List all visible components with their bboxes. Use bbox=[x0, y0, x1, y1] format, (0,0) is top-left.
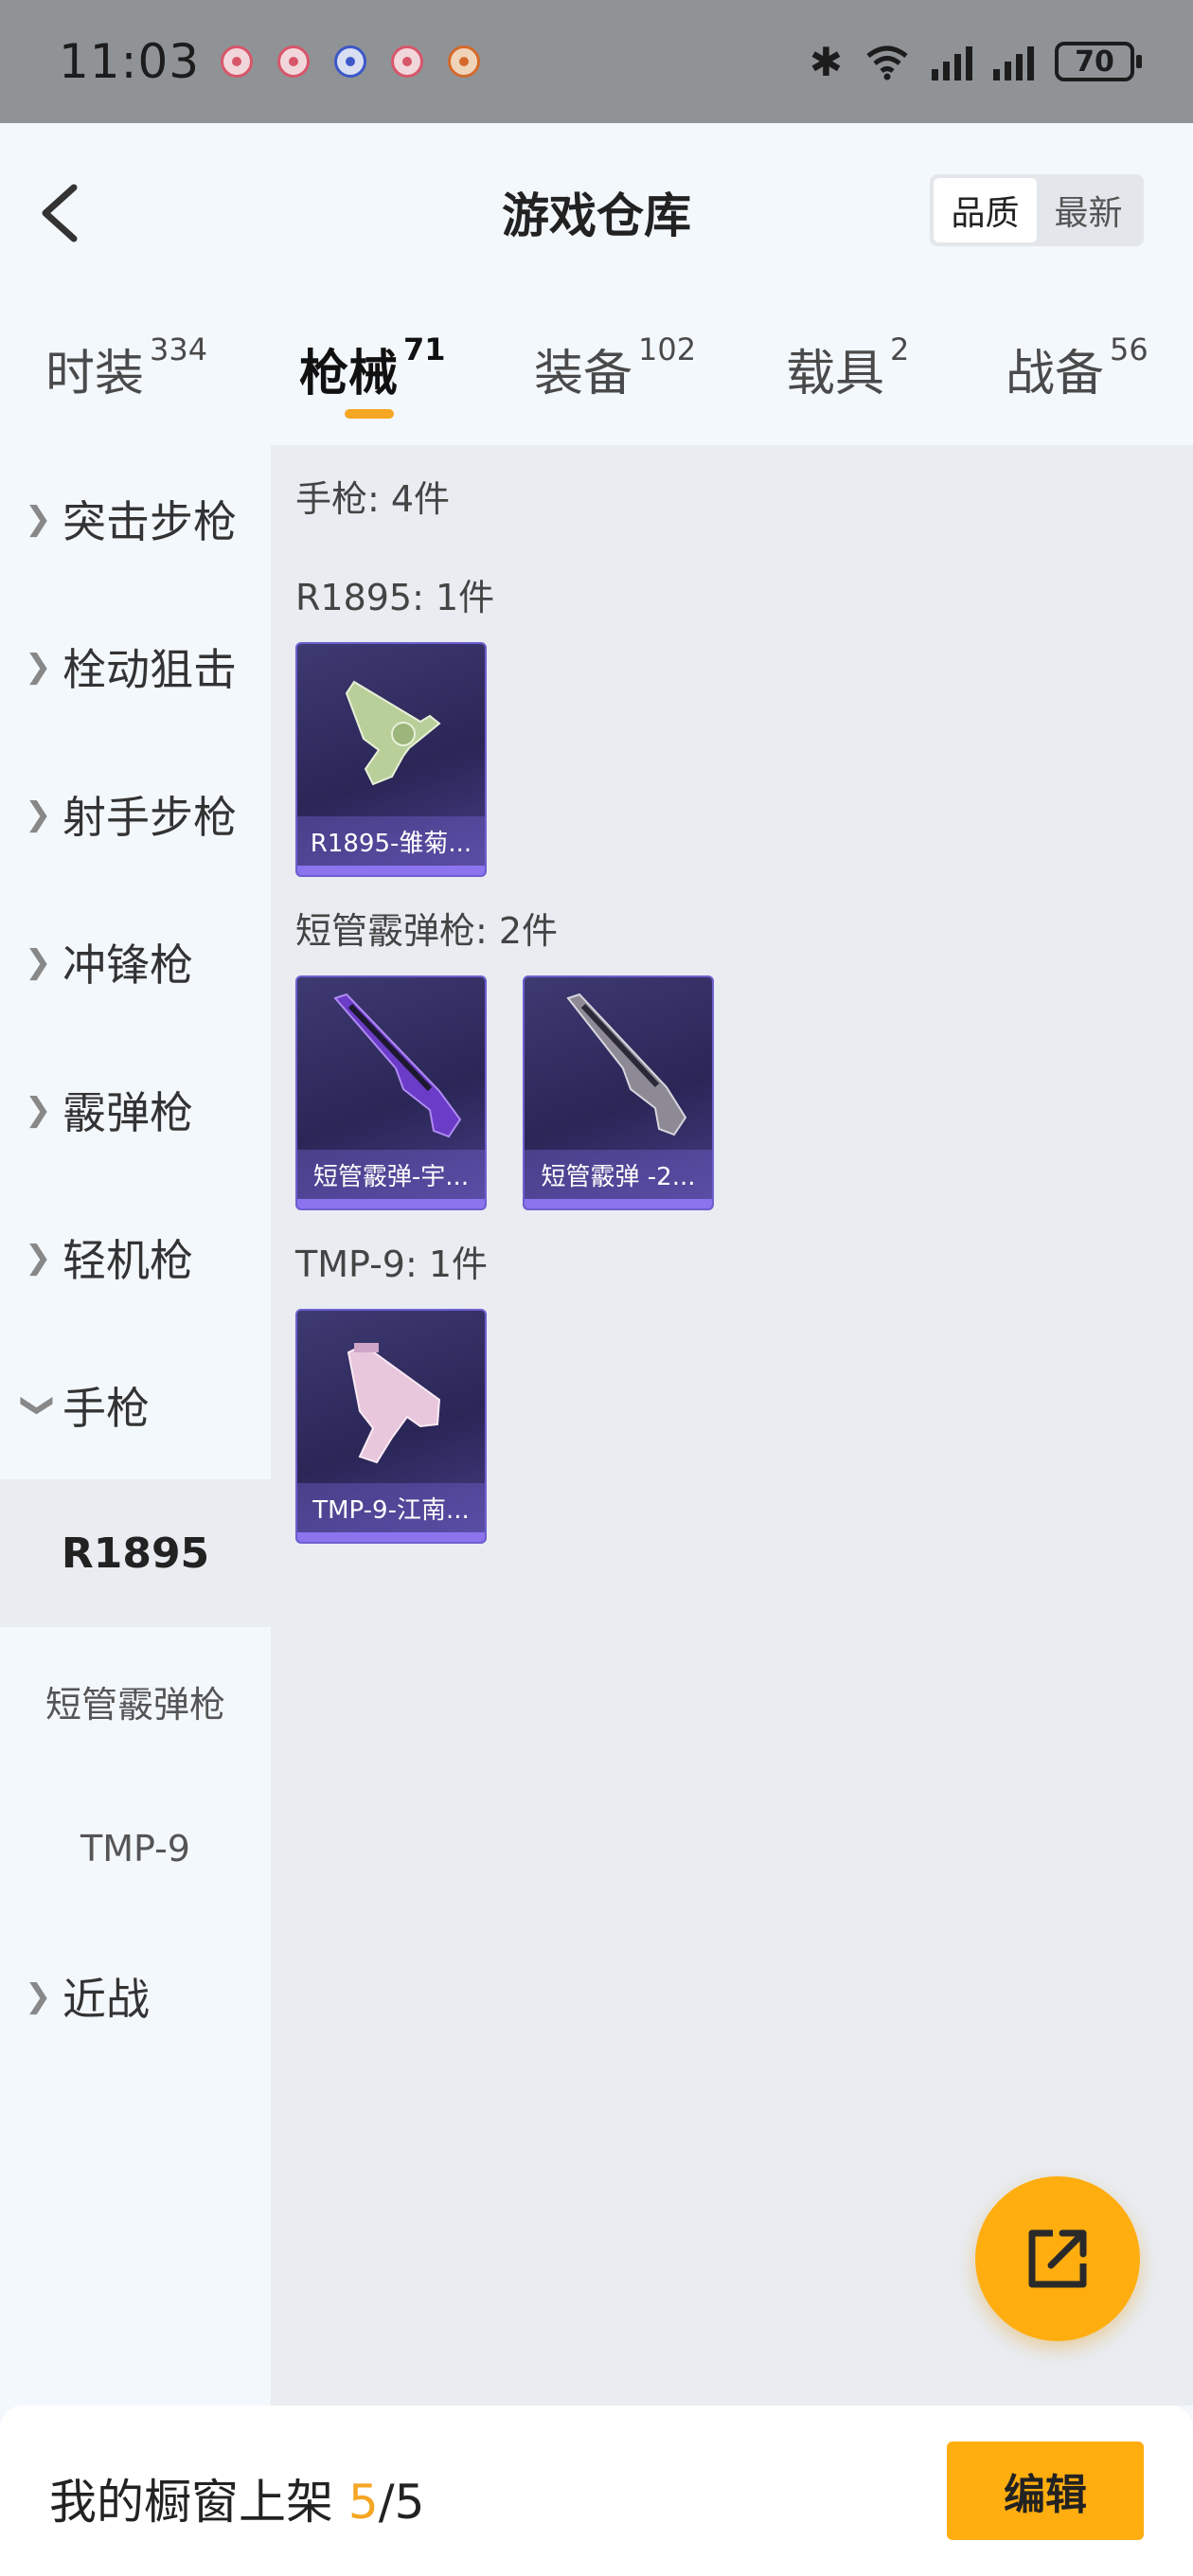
sidebar-item-label: 栓动狙击 bbox=[62, 644, 237, 695]
item-card[interactable]: 短管霰弹 -2... bbox=[523, 975, 714, 1210]
item-card-label: 短管霰弹-宇... bbox=[297, 1150, 485, 1199]
active-tab-indicator bbox=[345, 409, 394, 419]
sidebar-item-shotgun[interactable]: ❯ 霰弹枪 bbox=[0, 1036, 271, 1184]
group-label-r1895: R1895: 1件 bbox=[295, 577, 495, 618]
tab-label: 战备 bbox=[1006, 346, 1105, 402]
notification-app-icon bbox=[221, 45, 254, 78]
share-fab-button[interactable] bbox=[975, 2176, 1140, 2341]
chevron-right-icon: ❯ bbox=[25, 1091, 52, 1129]
showcase-status: 我的橱窗上架 5/5 bbox=[49, 2464, 424, 2532]
rarity-bar bbox=[297, 1532, 485, 1542]
chevron-down-icon: ❯ bbox=[19, 1391, 58, 1420]
tab-label: 时装 bbox=[45, 346, 145, 402]
status-bar: 11:03 ✱ 70 bbox=[0, 0, 1193, 123]
rarity-bar bbox=[525, 1199, 712, 1208]
sidebar-subitem-tmp9[interactable]: TMP-9 bbox=[0, 1775, 271, 1923]
smg-skin-image bbox=[347, 1343, 441, 1464]
revolver-skin-image bbox=[345, 680, 441, 786]
weapon-grid: 手枪: 4件 R1895: 1件 R1895-雏菊... 短管霰弹枪: 2件 短… bbox=[271, 445, 1193, 2406]
sidebar-item-marksman-rifle[interactable]: ❯ 射手步枪 bbox=[0, 741, 271, 888]
showcase-total-count: /5 bbox=[378, 2475, 425, 2530]
item-card[interactable]: 短管霰弹-宇... bbox=[295, 975, 487, 1210]
tab-equipment[interactable]: 装备 102 bbox=[534, 331, 697, 404]
notification-app-icon bbox=[334, 45, 367, 78]
tab-firearms[interactable]: 枪械 71 bbox=[299, 331, 446, 404]
bluetooth-icon: ✱ bbox=[809, 38, 843, 85]
category-tabs: 时装 334 枪械 71 装备 102 载具 2 战备 56 bbox=[0, 322, 1193, 426]
weapon-category-sidebar: ❯ 突击步枪 ❯ 栓动狙击 ❯ 射手步枪 ❯ 冲锋枪 ❯ 霰弹枪 ❯ 轻机枪 ❯ 手枪 R18… bbox=[0, 445, 271, 2406]
tab-label: 枪械 bbox=[299, 346, 399, 402]
sidebar-item-melee[interactable]: ❯ 近战 bbox=[0, 1923, 271, 2070]
showcase-label: 我的橱窗上架 bbox=[49, 2475, 348, 2530]
tab-count: 102 bbox=[638, 331, 697, 367]
category-summary: 手枪: 4件 bbox=[295, 478, 451, 520]
item-card-label: 短管霰弹 -2... bbox=[525, 1150, 712, 1199]
rarity-bar bbox=[297, 1199, 485, 1208]
notification-icons bbox=[221, 45, 481, 78]
item-card-label: TMP-9-江南... bbox=[297, 1483, 485, 1532]
rarity-bar bbox=[297, 866, 485, 875]
battery-icon: 70 bbox=[1055, 42, 1142, 81]
tab-count: 2 bbox=[890, 331, 910, 367]
shotgun-skin-image bbox=[333, 993, 462, 1138]
shotgun-skin-image bbox=[566, 993, 687, 1136]
sidebar-item-label: 近战 bbox=[62, 1974, 150, 2025]
tab-fashion[interactable]: 时装 334 bbox=[45, 331, 208, 404]
group-label-tmp9: TMP-9: 1件 bbox=[295, 1243, 489, 1285]
chevron-right-icon: ❯ bbox=[25, 1977, 52, 2015]
sidebar-item-pistol[interactable]: ❯ 手枪 bbox=[0, 1332, 271, 1479]
app-header: 游戏仓库 品质 最新 bbox=[0, 123, 1193, 294]
system-icons: ✱ 70 bbox=[809, 38, 1142, 85]
sidebar-subitem-short-shotgun[interactable]: 短管霰弹枪 bbox=[0, 1627, 271, 1775]
group-label-short-shotgun: 短管霰弹枪: 2件 bbox=[295, 910, 559, 952]
sort-option-newest[interactable]: 最新 bbox=[1037, 178, 1140, 242]
notification-app-icon bbox=[391, 45, 424, 78]
item-card[interactable]: TMP-9-江南... bbox=[295, 1309, 487, 1544]
sidebar-item-bolt-sniper[interactable]: ❯ 栓动狙击 bbox=[0, 593, 271, 741]
tab-label: 装备 bbox=[534, 346, 633, 402]
showcase-current-count: 5 bbox=[347, 2475, 379, 2530]
sidebar-item-assault-rifle[interactable]: ❯ 突击步枪 bbox=[0, 445, 271, 593]
wifi-icon bbox=[866, 45, 908, 80]
tab-count: 56 bbox=[1110, 331, 1148, 367]
chevron-right-icon: ❯ bbox=[25, 500, 52, 538]
edit-button[interactable]: 编辑 bbox=[947, 2442, 1144, 2540]
item-card-label: R1895-雏菊... bbox=[297, 816, 485, 866]
sidebar-item-smg[interactable]: ❯ 冲锋枪 bbox=[0, 888, 271, 1036]
sidebar-item-label: 冲锋枪 bbox=[62, 939, 193, 991]
tab-count: 334 bbox=[150, 331, 208, 367]
notification-app-icon bbox=[448, 45, 481, 78]
chevron-right-icon: ❯ bbox=[25, 1239, 52, 1277]
showcase-bottom-bar: 我的橱窗上架 5/5 编辑 bbox=[0, 2406, 1193, 2576]
tab-label: 载具 bbox=[786, 346, 885, 402]
tab-count: 71 bbox=[403, 331, 446, 367]
status-time: 11:03 bbox=[59, 34, 201, 89]
sidebar-item-label: 轻机枪 bbox=[62, 1235, 193, 1286]
sort-option-quality[interactable]: 品质 bbox=[934, 178, 1037, 242]
tab-vehicles[interactable]: 载具 2 bbox=[786, 331, 910, 404]
sidebar-item-label: 射手步枪 bbox=[62, 792, 237, 843]
sidebar-item-label: 霰弹枪 bbox=[62, 1087, 193, 1138]
chevron-right-icon: ❯ bbox=[25, 943, 52, 981]
sidebar-subitem-r1895[interactable]: R1895 bbox=[0, 1479, 271, 1627]
notification-app-icon bbox=[277, 45, 311, 78]
sidebar-item-lmg[interactable]: ❯ 轻机枪 bbox=[0, 1184, 271, 1332]
sort-toggle[interactable]: 品质 最新 bbox=[930, 174, 1144, 246]
signal-icon bbox=[993, 43, 1034, 80]
sidebar-item-label: 突击步枪 bbox=[62, 496, 237, 547]
signal-icon bbox=[932, 43, 972, 80]
chevron-right-icon: ❯ bbox=[25, 796, 52, 833]
sidebar-item-label: 手枪 bbox=[62, 1383, 150, 1434]
share-external-icon bbox=[1028, 2229, 1087, 2288]
item-card[interactable]: R1895-雏菊... bbox=[295, 642, 487, 877]
tab-supplies[interactable]: 战备 56 bbox=[1006, 331, 1148, 404]
chevron-right-icon: ❯ bbox=[25, 648, 52, 686]
